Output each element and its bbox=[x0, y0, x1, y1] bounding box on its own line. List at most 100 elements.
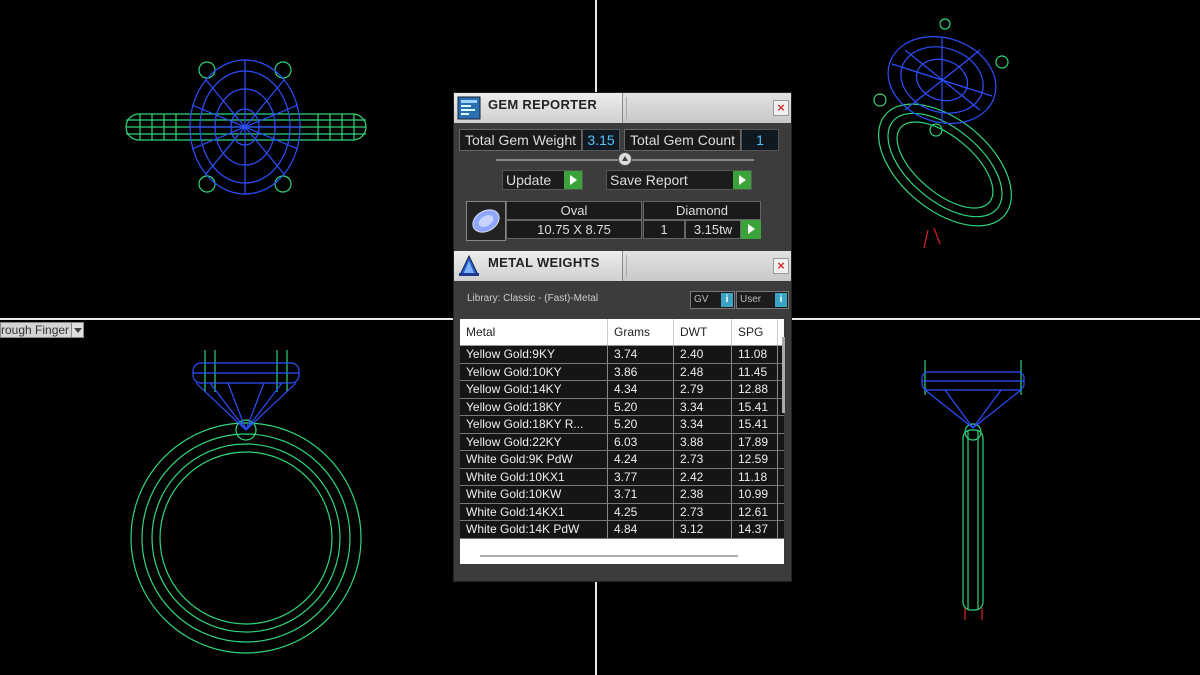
table-cell: 11.18 bbox=[732, 468, 778, 485]
table-header: Metal Grams DWT SPG bbox=[460, 319, 784, 346]
ring-front-view[interactable] bbox=[130, 350, 362, 654]
play-icon[interactable] bbox=[564, 171, 582, 189]
table-cell: 6.03 bbox=[608, 433, 674, 450]
save-report-button-label: Save Report bbox=[610, 172, 688, 188]
table-row[interactable]: White Gold:14KX1 4.25 2.73 12.61 bbox=[460, 503, 784, 521]
table-cell: 5.20 bbox=[608, 416, 674, 433]
titlebar-grip[interactable] bbox=[626, 255, 767, 277]
table-cell: White Gold:10KW bbox=[460, 486, 608, 503]
column-header-dwt[interactable]: DWT bbox=[674, 319, 732, 345]
total-gem-weight-value: 3.15 bbox=[582, 129, 621, 151]
totals-row: Total Gem Weight 3.15 Total Gem Count 1 bbox=[459, 129, 780, 151]
table-cell: 2.42 bbox=[674, 468, 732, 485]
table-row[interactable]: White Gold:14K PdW 4.84 3.12 14.37 bbox=[460, 521, 784, 539]
table-row[interactable]: White Gold:9K PdW 4.24 2.73 12.59 bbox=[460, 451, 784, 469]
table-cell: 3.12 bbox=[674, 521, 732, 538]
gem-count-cell: 1 bbox=[643, 220, 685, 239]
table-row[interactable]: White Gold:10KX1 3.77 2.42 11.18 bbox=[460, 468, 784, 486]
table-cell: White Gold:10KX1 bbox=[460, 468, 608, 485]
ring-top-view[interactable] bbox=[125, 59, 367, 195]
gem-reporter-panel: GEM REPORTER × Total Gem Weight 3.15 Tot… bbox=[453, 92, 792, 582]
slider-knob-icon[interactable] bbox=[618, 152, 632, 166]
table-cell: 5.20 bbox=[608, 398, 674, 415]
gem-reporter-icon bbox=[457, 96, 481, 120]
info-icon[interactable]: i bbox=[721, 293, 733, 307]
info-icon[interactable]: i bbox=[775, 293, 787, 307]
table-cell: 3.86 bbox=[608, 363, 674, 380]
table-cell: Yellow Gold:14KY bbox=[460, 381, 608, 398]
table-cell: White Gold:9K PdW bbox=[460, 451, 608, 468]
table-cell: Yellow Gold:9KY bbox=[460, 346, 608, 363]
metal-weights-title: METAL WEIGHTS bbox=[488, 255, 600, 270]
close-icon[interactable]: × bbox=[773, 100, 789, 116]
gem-reporter-titlebar[interactable]: GEM REPORTER × bbox=[454, 93, 791, 123]
table-horizontal-scrollbar[interactable] bbox=[480, 555, 738, 557]
gem-weight-cell: 3.15tw bbox=[685, 220, 741, 239]
chevron-down-icon[interactable] bbox=[71, 323, 83, 337]
ring-side-view[interactable] bbox=[921, 360, 1025, 620]
table-cell: 3.34 bbox=[674, 416, 732, 433]
table-cell: 3.74 bbox=[608, 346, 674, 363]
table-cell: 12.61 bbox=[732, 503, 778, 520]
metal-weights-icon bbox=[459, 254, 479, 276]
save-report-button[interactable]: Save Report bbox=[606, 170, 752, 190]
metal-weights-titlebar[interactable]: METAL WEIGHTS × bbox=[454, 251, 791, 281]
table-cell: 15.41 bbox=[732, 416, 778, 433]
table-cell: 2.48 bbox=[674, 363, 732, 380]
table-vertical-scrollbar[interactable] bbox=[782, 337, 785, 413]
user-toggle-label: User bbox=[740, 294, 762, 305]
table-row[interactable]: Yellow Gold:14KY 4.34 2.79 12.88 bbox=[460, 381, 784, 399]
play-icon[interactable] bbox=[741, 220, 761, 239]
gem-type-cell: Diamond bbox=[643, 201, 761, 220]
table-cell: 14.37 bbox=[732, 521, 778, 538]
table-cell: 2.73 bbox=[674, 503, 732, 520]
table-cell: Yellow Gold:18KY bbox=[460, 398, 608, 415]
total-gem-count-label: Total Gem Count bbox=[624, 129, 742, 151]
table-cell: 4.24 bbox=[608, 451, 674, 468]
table-cell: 2.40 bbox=[674, 346, 732, 363]
table-row[interactable]: Yellow Gold:9KY 3.74 2.40 11.08 bbox=[460, 346, 784, 364]
column-header-metal[interactable]: Metal bbox=[460, 319, 608, 345]
titlebar-grip[interactable] bbox=[626, 97, 767, 119]
gem-shape-cell: Oval bbox=[506, 201, 642, 220]
table-row[interactable]: White Gold:10KW 3.71 2.38 10.99 bbox=[460, 486, 784, 504]
viewport-label-text: rough Finger bbox=[1, 323, 70, 337]
table-row[interactable]: Yellow Gold:10KY 3.86 2.48 11.45 bbox=[460, 363, 784, 381]
play-icon[interactable] bbox=[733, 171, 751, 189]
close-icon[interactable]: × bbox=[773, 258, 789, 274]
gem-size-cell: 10.75 X 8.75 bbox=[506, 220, 642, 239]
table-cell: 2.73 bbox=[674, 451, 732, 468]
column-header-spg[interactable]: SPG bbox=[732, 319, 778, 345]
table-cell: 3.77 bbox=[608, 468, 674, 485]
table-row[interactable]: Yellow Gold:18KY R... 5.20 3.34 15.41 bbox=[460, 416, 784, 434]
table-cell: 11.08 bbox=[732, 346, 778, 363]
table-cell: Yellow Gold:22KY bbox=[460, 433, 608, 450]
column-header-grams[interactable]: Grams bbox=[608, 319, 674, 345]
update-button[interactable]: Update bbox=[502, 170, 583, 190]
table-cell: 4.84 bbox=[608, 521, 674, 538]
oval-gem-thumbnail[interactable] bbox=[466, 201, 506, 241]
gv-toggle[interactable]: GV i bbox=[690, 291, 735, 309]
table-cell: White Gold:14KX1 bbox=[460, 503, 608, 520]
table-row[interactable]: Yellow Gold:22KY 6.03 3.88 17.89 bbox=[460, 433, 784, 451]
total-gem-count-value: 1 bbox=[741, 129, 780, 151]
update-button-label: Update bbox=[506, 172, 552, 188]
total-gem-weight-label: Total Gem Weight bbox=[459, 129, 583, 151]
table-cell: Yellow Gold:10KY bbox=[460, 363, 608, 380]
table-cell: White Gold:14K PdW bbox=[460, 521, 608, 538]
table-cell: Yellow Gold:18KY R... bbox=[460, 416, 608, 433]
oval-gem-icon bbox=[472, 209, 500, 233]
viewport-label-dropdown[interactable]: rough Finger bbox=[0, 322, 84, 338]
table-cell: 10.99 bbox=[732, 486, 778, 503]
table-cell: 17.89 bbox=[732, 433, 778, 450]
table-cell: 2.79 bbox=[674, 381, 732, 398]
user-toggle[interactable]: User i bbox=[736, 291, 789, 309]
gem-reporter-title: GEM REPORTER bbox=[488, 97, 598, 112]
metal-weights-table[interactable]: Metal Grams DWT SPG Yellow Gold:9KY 3.74 2… bbox=[460, 319, 784, 564]
table-row[interactable]: Yellow Gold:18KY 5.20 3.34 15.41 bbox=[460, 398, 784, 416]
table-cell: 2.38 bbox=[674, 486, 732, 503]
gv-toggle-label: GV bbox=[694, 294, 709, 305]
metal-library-label: Library: Classic - (Fast)-Metal bbox=[467, 293, 599, 304]
ring-perspective-view[interactable] bbox=[856, 18, 1033, 250]
table-cell: 12.59 bbox=[732, 451, 778, 468]
